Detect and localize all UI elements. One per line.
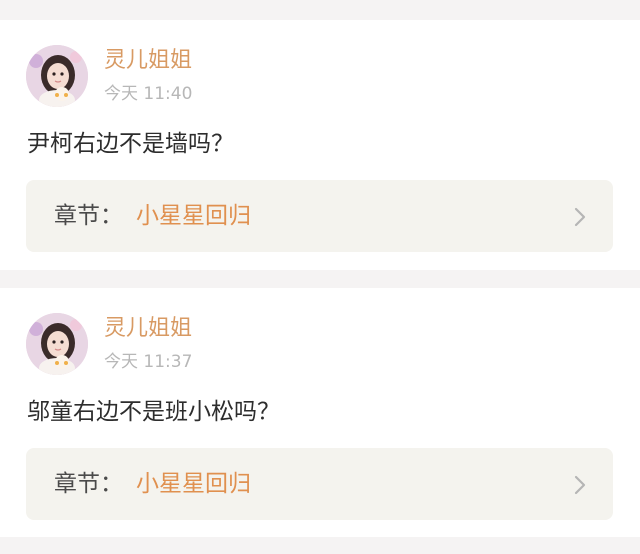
chevron-right-icon — [574, 475, 586, 495]
avatar[interactable] — [26, 45, 88, 107]
chapter-link[interactable]: 章节： 小星星回归 — [26, 448, 613, 520]
avatar-image — [26, 45, 88, 107]
avatar-image — [26, 313, 88, 375]
chapter-title: 小星星回归 — [136, 203, 251, 229]
comment-text: 尹柯右边不是墙吗？ — [27, 131, 234, 157]
chapter-link[interactable]: 章节： 小星星回归 — [26, 180, 613, 252]
username[interactable]: 灵儿姐姐 — [104, 314, 192, 344]
chapter-label: 章节： — [54, 471, 123, 497]
comment-text: 邬童右边不是班小松吗？ — [27, 399, 280, 425]
comment-card: 灵儿姐姐 今天 11:40 尹柯右边不是墙吗？ 章节： 小星星回归 — [0, 20, 640, 270]
comment-card: 灵儿姐姐 今天 11:37 邬童右边不是班小松吗？ 章节： 小星星回归 — [0, 288, 640, 537]
chapter-title: 小星星回归 — [136, 471, 251, 497]
username[interactable]: 灵儿姐姐 — [104, 46, 192, 76]
chapter-label: 章节： — [54, 203, 123, 229]
comment-timestamp: 今天 11:40 — [104, 84, 193, 104]
comment-timestamp: 今天 11:37 — [104, 352, 193, 372]
avatar[interactable] — [26, 313, 88, 375]
chevron-right-icon — [574, 207, 586, 227]
